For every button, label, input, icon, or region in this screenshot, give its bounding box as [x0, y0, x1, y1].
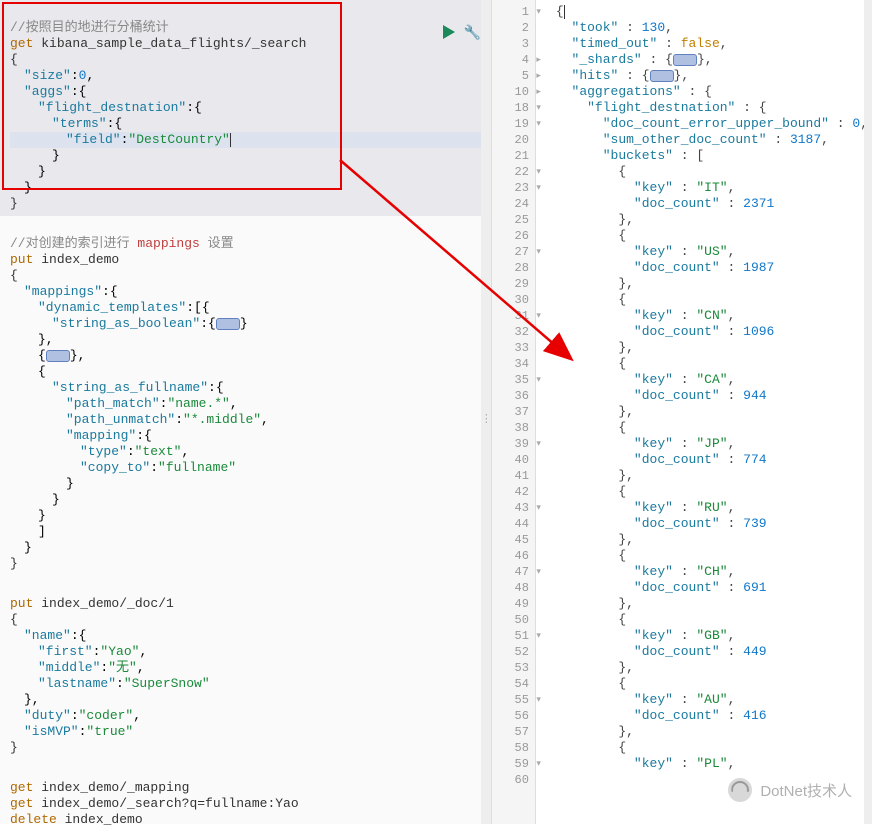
- request-editor[interactable]: 🔧 ⋮ //按照目的地进行分桶统计 get kibana_sample_data…: [0, 0, 492, 824]
- url-path: kibana_sample_data_flights/_search: [41, 36, 306, 51]
- wechat-icon: [728, 778, 752, 802]
- http-method: get: [10, 36, 33, 51]
- scrollbar[interactable]: [864, 0, 872, 824]
- watermark: DotNet技术人: [728, 778, 852, 802]
- resize-handle-icon[interactable]: ⋮: [481, 412, 491, 426]
- response-json[interactable]: { "took" : 130, "timed_out" : false, "_s…: [536, 0, 872, 824]
- run-icon[interactable]: [443, 25, 455, 39]
- line-gutter: 1234510181920212223242526272829303132333…: [492, 0, 536, 824]
- code-block-4[interactable]: get index_demo/_mapping get index_demo/_…: [0, 760, 491, 832]
- http-method: put: [10, 252, 33, 267]
- code-block-3[interactable]: put index_demo/_doc/1 { "name":{ "first"…: [0, 576, 491, 760]
- collapsed-badge-icon[interactable]: [216, 318, 240, 330]
- code-block-2[interactable]: //对创建的索引进行 mappings 设置 put index_demo { …: [0, 216, 491, 576]
- collapsed-badge-icon[interactable]: [46, 350, 70, 362]
- comment-text: //按照目的地进行分桶统计: [10, 20, 169, 35]
- http-method: put: [10, 596, 33, 611]
- wrench-icon[interactable]: 🔧: [463, 25, 480, 42]
- code-block-1[interactable]: //按照目的地进行分桶统计 get kibana_sample_data_fli…: [0, 0, 491, 216]
- response-viewer[interactable]: 1234510181920212223242526272829303132333…: [492, 0, 872, 824]
